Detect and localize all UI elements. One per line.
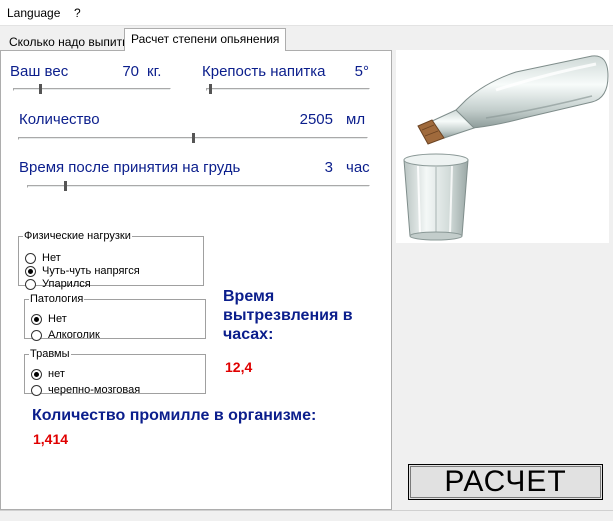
quantity-label: Количество bbox=[19, 111, 100, 128]
physical-load-legend: Физические нагрузки bbox=[24, 230, 131, 242]
pathology-option-alcoholic[interactable]: Алкоголик bbox=[31, 329, 100, 341]
time-slider-thumb[interactable] bbox=[64, 181, 67, 191]
physical-option-heavy[interactable]: Упарился bbox=[25, 278, 91, 290]
weight-value: 70 bbox=[122, 63, 139, 80]
radio-label: Нет bbox=[42, 252, 61, 264]
injury-option-none[interactable]: нет bbox=[31, 368, 65, 380]
radio-label: Нет bbox=[48, 313, 67, 325]
strength-slider[interactable] bbox=[206, 84, 370, 95]
weight-slider[interactable] bbox=[13, 84, 171, 95]
strength-value: 5° bbox=[354, 63, 369, 80]
physical-option-slight[interactable]: Чуть-чуть напрягся bbox=[25, 265, 140, 277]
time-label: Время после принятия на грудь bbox=[19, 159, 241, 176]
tab-how-much-to-drink[interactable]: Сколько надо выпить bbox=[4, 32, 133, 50]
physical-option-none[interactable]: Нет bbox=[25, 252, 61, 264]
menu-help[interactable]: ? bbox=[74, 6, 81, 20]
menu-language[interactable]: Language bbox=[7, 6, 60, 20]
promille-value: 1,414 bbox=[33, 431, 69, 447]
radio-circle[interactable] bbox=[25, 278, 36, 290]
weight-label: Ваш вес bbox=[10, 63, 69, 80]
bottle-shape bbox=[429, 55, 609, 139]
radio-circle[interactable] bbox=[25, 252, 36, 264]
quantity-value: 2505 bbox=[299, 111, 333, 128]
strength-slider-track bbox=[206, 88, 370, 91]
radio-circle[interactable] bbox=[25, 265, 36, 277]
glass-shape bbox=[403, 153, 469, 241]
sober-time-value: 12,4 bbox=[225, 359, 253, 375]
bottle-glass-image bbox=[396, 50, 609, 243]
strength-slider-thumb[interactable] bbox=[209, 84, 212, 94]
pathology-option-none[interactable]: Нет bbox=[31, 313, 67, 325]
calculate-button[interactable]: РАСЧЕТ bbox=[408, 464, 603, 500]
physical-load-group: Физические нагрузки Нет Чуть-чуть напряг… bbox=[18, 230, 204, 290]
quantity-unit: мл bbox=[346, 111, 366, 128]
weight-slider-track bbox=[13, 88, 171, 91]
tab-strip: Сколько надо выпить Расчет степени опьян… bbox=[0, 26, 392, 51]
radio-circle[interactable] bbox=[31, 313, 42, 325]
radio-circle[interactable] bbox=[31, 368, 42, 380]
promille-title: Количество промилле в организме: bbox=[32, 407, 317, 424]
strength-label: Крепость напитка bbox=[202, 63, 326, 80]
tab-panel: Ваш вес 70 кг. Крепость напитка 5° Колич… bbox=[0, 50, 392, 510]
status-bar bbox=[0, 510, 613, 521]
bottle-glass-illustration bbox=[403, 55, 609, 241]
time-value: 3 bbox=[324, 159, 333, 176]
injury-group: Травмы нет черепно-мозговая bbox=[24, 348, 206, 396]
pathology-group: Патология Нет Алкоголик bbox=[24, 293, 206, 341]
tab-intoxication-calc[interactable]: Расчет степени опьянения bbox=[124, 28, 287, 51]
injury-legend: Травмы bbox=[30, 348, 70, 360]
radio-circle[interactable] bbox=[31, 329, 42, 341]
time-unit: час bbox=[346, 159, 370, 176]
time-slider[interactable] bbox=[27, 181, 370, 192]
radio-label: нет bbox=[48, 368, 65, 380]
quantity-slider[interactable] bbox=[18, 133, 368, 144]
radio-circle[interactable] bbox=[31, 384, 42, 396]
weight-slider-thumb[interactable] bbox=[39, 84, 42, 94]
time-slider-track bbox=[27, 185, 370, 188]
quantity-slider-thumb[interactable] bbox=[192, 133, 195, 143]
pathology-legend: Патология bbox=[30, 293, 84, 305]
radio-label: Чуть-чуть напрягся bbox=[42, 265, 140, 277]
weight-unit: кг. bbox=[147, 63, 162, 80]
menu-bar: Language ? bbox=[0, 0, 613, 26]
radio-label: черепно-мозговая bbox=[48, 384, 141, 396]
injury-option-brain[interactable]: черепно-мозговая bbox=[31, 384, 140, 396]
radio-label: Упарился bbox=[42, 278, 91, 290]
sober-time-title: Время вытрезвления в часах: bbox=[223, 288, 353, 343]
radio-label: Алкоголик bbox=[48, 329, 100, 341]
